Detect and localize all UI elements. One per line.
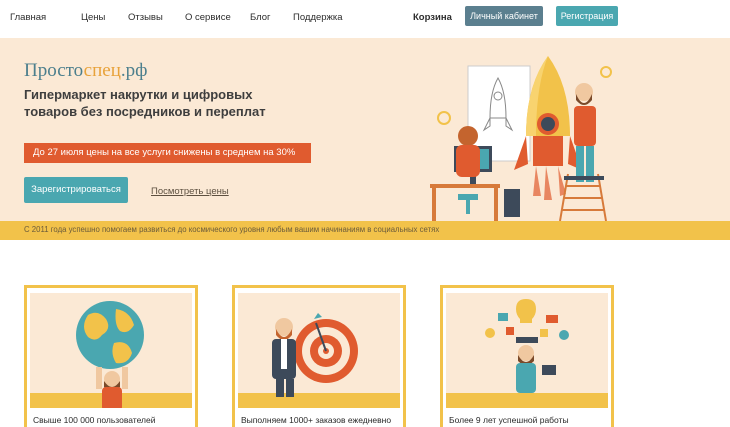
logo-part-1: Просто [24,60,84,81]
cabinet-button[interactable]: Личный кабинет [465,6,543,26]
info-strip: С 2011 года успешно помогаем развиться д… [0,221,730,240]
rocket-illustration [418,44,618,222]
top-nav: Главная Цены Отзывы О сервисе Блог Подде… [0,0,730,38]
nav-item-home[interactable]: Главная [10,12,46,23]
feature-caption: Более 9 лет успешной работы [449,415,569,425]
feature-card-users: Свыше 100 000 пользователей [24,285,198,427]
feature-caption: Выполняем 1000+ заказов ежедневно [241,415,392,425]
target-man-icon [238,293,400,408]
nav-item-reviews[interactable]: Отзывы [128,12,163,23]
globe-man-icon [30,293,192,408]
feature-caption: Свыше 100 000 пользователей [33,415,156,425]
logo-part-3: .рф [120,60,148,81]
signup-button[interactable]: Зарегистрироваться [24,177,128,203]
feature-card-orders: Выполняем 1000+ заказов ежедневно [232,285,406,427]
register-button[interactable]: Регистрация [556,6,618,26]
hero-tagline: Гипермаркет накрутки и цифровых товаров … [24,87,266,119]
idea-man-icon [446,293,608,408]
nav-item-about[interactable]: О сервисе [185,12,231,23]
feature-card-years: Более 9 лет успешной работы [440,285,614,427]
nav-item-prices[interactable]: Цены [81,12,105,23]
promo-banner: До 27 июля цены на все услуги снижены в … [24,143,311,163]
nav-item-support[interactable]: Поддержка [293,12,343,23]
nav-cart-link[interactable]: Корзина [413,12,452,23]
nav-item-blog[interactable]: Блог [250,12,271,23]
info-strip-text: С 2011 года успешно помогаем развиться д… [24,225,440,234]
logo[interactable]: Простоспец.рф [24,60,147,82]
logo-part-2: спец [83,60,121,81]
view-prices-link[interactable]: Посмотреть цены [151,186,229,197]
